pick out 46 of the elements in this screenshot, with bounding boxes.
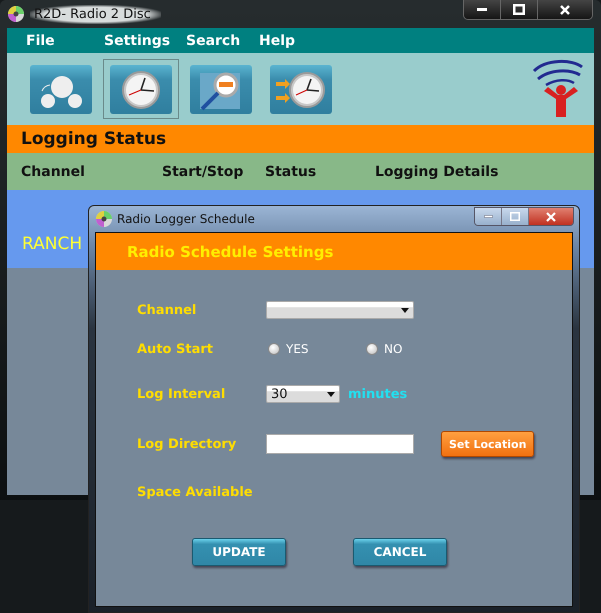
maximize-icon	[510, 212, 520, 221]
close-icon	[559, 4, 571, 16]
column-header: Start/Stop	[162, 164, 244, 180]
column-header: Channel	[21, 164, 86, 180]
menu-item[interactable]: File	[26, 32, 104, 48]
field-label: Auto Start	[137, 342, 213, 356]
dialog-title: Radio Logger Schedule	[117, 212, 255, 226]
dialog-button[interactable]: CANCEL	[353, 538, 447, 566]
field-label: Channel	[137, 302, 196, 318]
dialog-heading: Radio Schedule Settings	[127, 242, 334, 260]
set-location-button[interactable]: Set Location	[441, 431, 534, 457]
radio-label[interactable]: YES	[286, 342, 309, 356]
radio-button[interactable]	[268, 343, 280, 355]
window-title: R2D- Radio 2 Disc	[30, 4, 161, 24]
maximize-icon	[513, 4, 525, 15]
menu-item[interactable]: Settings	[104, 32, 186, 48]
minimize-icon	[477, 8, 487, 11]
disc-icon	[95, 210, 113, 228]
radio-button[interactable]	[366, 343, 378, 355]
field-label: Space Available	[137, 484, 253, 500]
minimize-button[interactable]	[464, 0, 501, 19]
minimize-icon	[484, 215, 492, 218]
dialog-button[interactable]: UPDATE	[192, 538, 286, 566]
interval-dropdown[interactable]: 30	[266, 385, 340, 403]
caret-icon	[327, 392, 335, 396]
toolbar-button[interactable]	[103, 59, 179, 119]
column-header: Status	[265, 164, 318, 180]
magnifier-icon	[190, 64, 252, 114]
field-label: Log Directory	[137, 436, 236, 452]
channel-dropdown[interactable]	[266, 301, 414, 319]
radio-label[interactable]: NO	[384, 342, 402, 356]
menu-item[interactable]: Help	[259, 32, 594, 48]
caret-icon	[401, 308, 409, 312]
disc-icon	[7, 5, 25, 23]
directory-field[interactable]	[266, 434, 414, 454]
menu-item[interactable]: Search	[186, 32, 259, 48]
clock-icon	[110, 64, 172, 114]
clock-arrows-icon	[270, 64, 332, 114]
column-header: Logging Details	[375, 164, 500, 180]
section-title: Logging Status	[21, 129, 166, 149]
channel-name: RANCH	[22, 234, 82, 254]
unit-label: minutes	[348, 386, 408, 402]
field-label: Log Interval	[137, 386, 226, 402]
maximize-button[interactable]	[501, 0, 538, 19]
close-button[interactable]	[538, 0, 592, 19]
close-icon	[546, 212, 556, 222]
